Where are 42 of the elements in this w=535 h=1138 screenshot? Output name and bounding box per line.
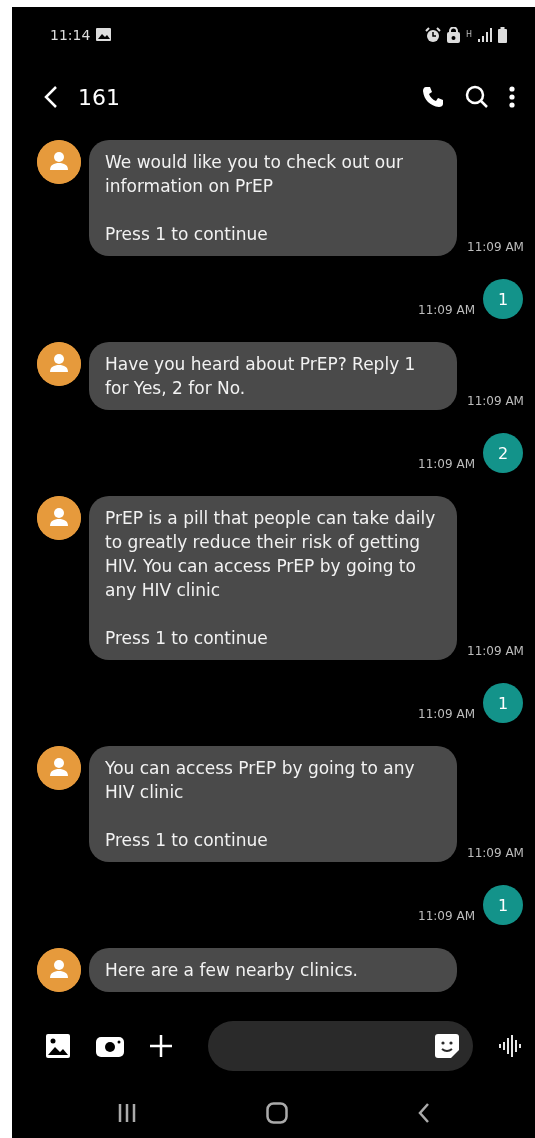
add-icon[interactable] — [150, 1035, 172, 1057]
network-type: H — [466, 30, 472, 39]
message-time: 11:09 AM — [467, 644, 524, 658]
message-time: 11:09 AM — [467, 394, 524, 408]
message-bubble: PrEP is a pill that people can take daily to greatly reduce their risk of getting HIV. You can access PrEP by going to any HIV clinic Press 1 to continue — [89, 496, 457, 660]
search-icon[interactable] — [465, 85, 489, 109]
message-bubble: Have you heard about PrEP? Reply 1 for Yes, 2 for No. — [89, 342, 457, 410]
camera-icon[interactable] — [96, 1035, 124, 1057]
image-icon — [96, 28, 112, 41]
signal-icon — [478, 27, 492, 42]
lock-icon — [447, 26, 460, 43]
message-bubble: 2 — [483, 433, 523, 473]
alarm-icon — [425, 26, 441, 43]
phone-icon[interactable] — [421, 85, 445, 109]
avatar-icon[interactable] — [37, 746, 81, 790]
message-bubble: 1 — [483, 885, 523, 925]
sticker-icon[interactable] — [435, 1034, 459, 1058]
avatar-icon[interactable] — [37, 342, 81, 386]
message-bubble: We would like you to check out our information on PrEP Press 1 to continue — [89, 140, 457, 256]
conversation-title: 161 — [78, 84, 121, 110]
avatar-icon[interactable] — [37, 140, 81, 184]
more-options-icon[interactable] — [509, 86, 515, 108]
message-time: 11:09 AM — [418, 909, 475, 923]
message-time: 11:09 AM — [418, 303, 475, 317]
voice-icon[interactable] — [499, 1035, 523, 1057]
message-bubble: You can access PrEP by going to any HIV clinic Press 1 to continue — [89, 746, 457, 862]
message-time: 11:09 AM — [467, 846, 524, 860]
message-bubble: Here are a few nearby clinics. — [89, 948, 457, 992]
back-icon[interactable] — [418, 1103, 431, 1123]
message-time: 11:09 AM — [418, 707, 475, 721]
home-icon[interactable] — [266, 1102, 289, 1124]
status-time: 11:14 — [50, 26, 91, 43]
message-time: 11:09 AM — [418, 457, 475, 471]
message-bubble: 1 — [483, 683, 523, 723]
message-time: 11:09 AM — [467, 240, 524, 254]
battery-icon — [498, 26, 507, 43]
avatar-icon[interactable] — [37, 948, 81, 992]
gallery-icon[interactable] — [46, 1034, 70, 1058]
avatar-icon[interactable] — [37, 496, 81, 540]
recent-apps-icon[interactable] — [116, 1103, 137, 1123]
message-input[interactable] — [208, 1021, 473, 1071]
message-bubble: 1 — [483, 279, 523, 319]
